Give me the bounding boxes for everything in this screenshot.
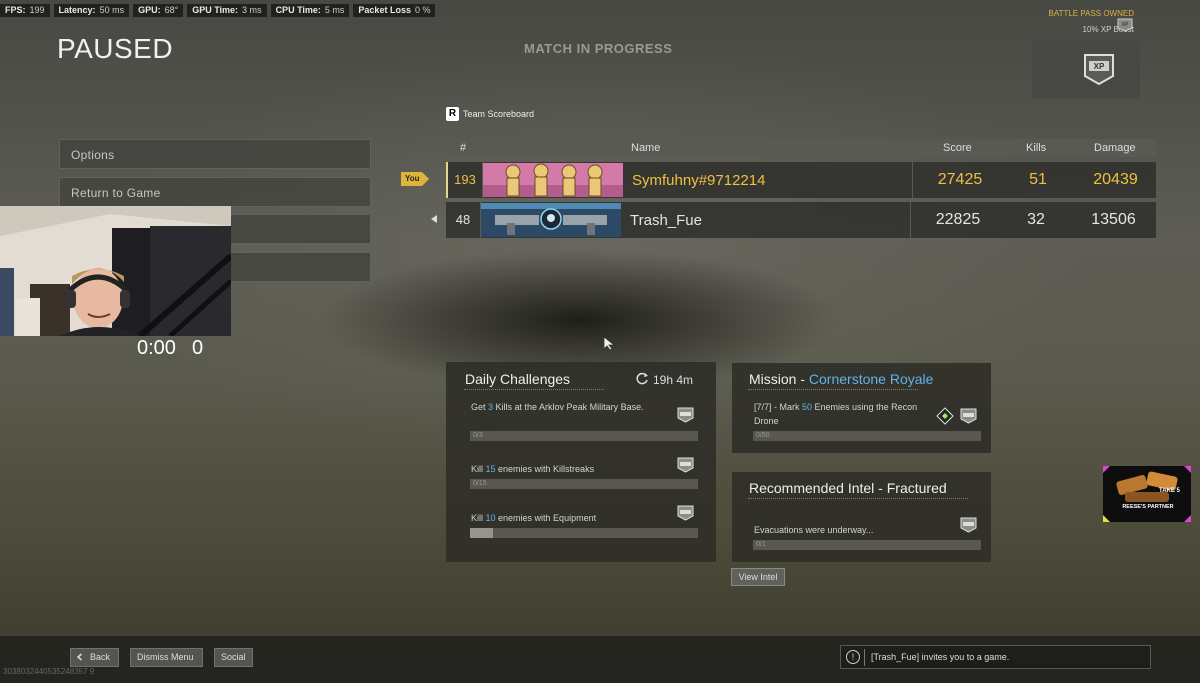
row-kills: 51 [1029, 171, 1047, 188]
refresh-icon [636, 372, 648, 385]
xp-reward-icon [677, 457, 694, 473]
page-title: PAUSED [57, 33, 174, 64]
xp-reward-icon [960, 408, 977, 424]
view-intel-button[interactable]: View Intel [731, 568, 785, 586]
intel-progress-bar: 0/1 [753, 540, 981, 550]
back-button[interactable]: Back [70, 648, 119, 667]
you-marker: You [401, 172, 429, 186]
challenge-text: Kill 10 enemies with Equipment [471, 513, 597, 523]
gpu-time-stat: GPU Time: 3 ms [187, 4, 267, 17]
team-scoreboard-toggle[interactable]: R Team Scoreboard [446, 107, 534, 121]
challenge-progress-bar: 0/15 [470, 479, 698, 489]
row-damage: 20439 [1093, 171, 1138, 188]
col-score: Score [943, 142, 972, 154]
partner-label: REESE'S PARTNER [1122, 504, 1174, 510]
row-damage: 13506 [1091, 211, 1136, 228]
xp-reward-icon [677, 505, 694, 521]
info-icon: ! [846, 650, 860, 664]
performance-overlay: FPS: 199 Latency: 50 ms GPU: 68° GPU Time: 3… [0, 4, 436, 17]
table-row[interactable]: 193 Symfuhny#9712214 27425 51 20439 [446, 162, 1156, 198]
player-emblem: XP [1032, 39, 1140, 99]
row-name: Symfuhny#9712214 [632, 172, 766, 189]
col-name: Name [631, 142, 661, 154]
latency-stat: Latency: 50 ms [53, 4, 130, 17]
notification-text: [Trash_Fue] invites you to a game. [871, 652, 1010, 662]
match-status: MATCH IN PROGRESS [524, 41, 673, 56]
svg-text:XP: XP [1122, 22, 1129, 28]
row-name: Trash_Fue [630, 212, 702, 229]
key-hint: R [446, 107, 459, 121]
challenge-text: Get 3 Kills at the Arklov Peak Military … [471, 402, 644, 412]
xp-reward-icon [677, 407, 694, 423]
challenge-progress-bar: 0/3 [470, 431, 698, 441]
social-button[interactable]: Social [214, 648, 253, 667]
packet-loss-stat: Packet Loss 0 % [353, 4, 436, 17]
webcam-overlay [0, 206, 231, 336]
row-rank: 193 [448, 162, 483, 198]
xp-reward-icon [960, 517, 977, 533]
col-rank: # [460, 142, 467, 154]
team-scoreboard-label: Team Scoreboard [463, 109, 535, 119]
intel-text: Evacuations were underway... [754, 525, 874, 535]
mouse-cursor-icon [603, 336, 616, 351]
emblem-icon: XP [1084, 54, 1114, 86]
daily-reset-timer: 19h 4m [653, 373, 694, 387]
daily-challenges-title: Daily Challenges [465, 371, 571, 387]
row-score: 27425 [937, 171, 983, 188]
stream-timer: 0:00 0 [137, 337, 204, 359]
recon-diamond-icon [936, 407, 954, 425]
scoreboard-header: # Name Score Kills Damage [446, 139, 1156, 157]
row-kills: 32 [1027, 211, 1045, 228]
cpu-time-stat: CPU Time: 5 ms [270, 4, 350, 17]
session-id: 3038032440535248357 9 [3, 667, 95, 676]
col-kills: Kills [1026, 142, 1047, 154]
fps-stat: FPS: 199 [0, 4, 50, 17]
row-score: 22825 [935, 211, 981, 228]
xp-token-icon: XP [1117, 18, 1133, 32]
mission-objective: [7/7] - Mark 50 Enemies using the Recon … [754, 402, 918, 426]
table-row[interactable]: 48 Trash_Fue 22825 32 13506 [446, 202, 1156, 238]
challenge-progress-bar: 1/10 [470, 528, 698, 538]
invite-notification[interactable]: ! [Trash_Fue] invites you to a game. [840, 645, 1151, 669]
row-arrow-icon [431, 215, 437, 223]
chevron-left-icon [76, 653, 82, 661]
mission-progress-bar: 0/50 [753, 431, 981, 441]
dismiss-menu-button[interactable]: Dismiss Menu [130, 648, 203, 667]
options-button[interactable]: Options [59, 139, 371, 169]
partner-badge: TAKE 5 REESE'S PARTNER [1103, 466, 1191, 522]
svg-text:XP: XP [1094, 62, 1105, 71]
intel-title: Recommended Intel - Fractured [749, 480, 947, 496]
gpu-stat: GPU: 68° [133, 4, 184, 17]
row-rank: 48 [446, 202, 481, 238]
return-to-game-button[interactable]: Return to Game [59, 177, 371, 207]
calling-card-skeletons [483, 163, 623, 197]
calling-card-pistols [481, 203, 621, 237]
partner-take5: TAKE 5 [1159, 488, 1180, 494]
col-damage: Damage [1094, 142, 1136, 154]
challenge-text: Kill 15 enemies with Killstreaks [471, 464, 595, 474]
mission-title: Mission - Cornerstone Royale [749, 371, 934, 387]
